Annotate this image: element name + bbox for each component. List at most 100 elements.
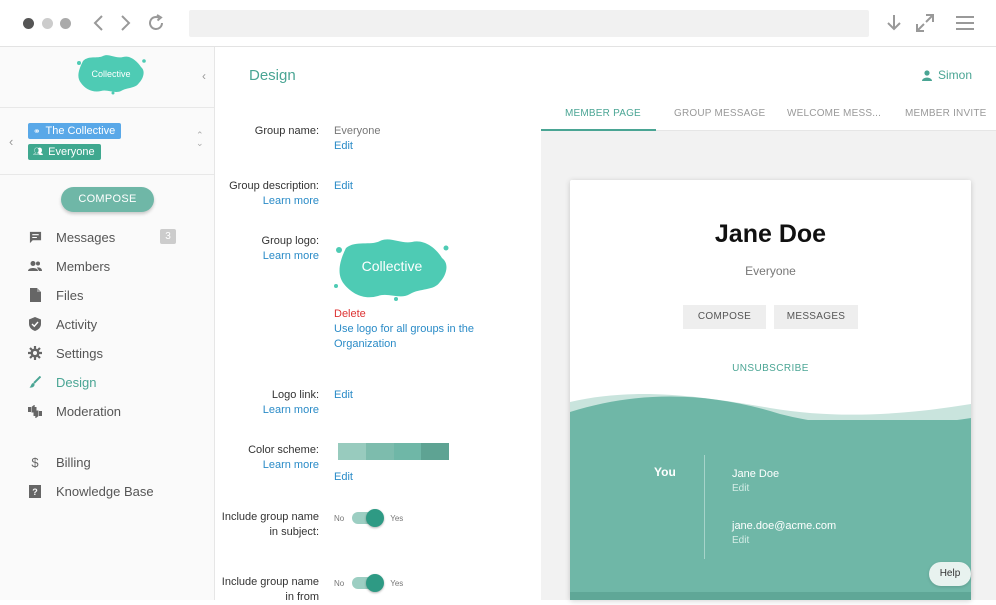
group-logo-image[interactable]: Collective [334,236,452,302]
sidebar-item-label: Billing [56,454,91,470]
toggle-off-label: No [334,578,345,588]
sidebar-item-settings[interactable]: Settings [28,343,103,363]
member-group: Everyone [745,264,796,278]
window-minimize-dot[interactable] [42,18,53,29]
member-info-section [570,420,971,600]
user-menu[interactable]: Simon [921,68,972,82]
preview-footer-strip [570,592,971,600]
chevron-left-icon[interactable]: ‹ [9,134,13,149]
toggle-switch[interactable] [352,509,385,527]
window-close-dot[interactable] [23,18,34,29]
tag-group[interactable]: 👥︎ Everyone [28,144,101,160]
include-from-label-text: Include group name in from [221,576,319,603]
sidebar-item-files[interactable]: Files [28,285,83,305]
sidebar-item-activity[interactable]: Activity [28,314,97,334]
svg-text:?: ? [32,487,38,497]
group-name-value: Everyone [334,125,381,137]
preview-messages-button[interactable]: MESSAGES [774,305,858,329]
group-logo-text: Collective [362,258,423,274]
color-scheme-swatches[interactable] [338,443,449,460]
window-zoom-dot[interactable] [60,18,71,29]
sidebar-item-label: Messages [56,229,116,245]
browser-toolbar [0,0,996,47]
toggle-off-label: No [334,513,345,523]
address-bar[interactable] [189,10,869,37]
toggle-switch[interactable] [352,574,385,592]
collective-logo[interactable]: Collective [75,53,147,95]
sidebar-item-design[interactable]: Design [28,372,96,392]
gear-icon [28,346,42,360]
org-tag-label: The Collective [45,125,116,137]
preview-compose-button[interactable]: COMPOSE [683,305,766,329]
member-name-value: Jane Doe [732,468,780,480]
tab-welcome-message[interactable]: WELCOME MESS... [787,108,881,119]
include-from-label: Include group name in from [215,575,319,605]
logo-area: Collective ‹ [0,47,214,108]
group-selector[interactable]: ‹ ⚭ The Collective 👥︎ Everyone ⌃ ⌄ [0,108,214,175]
collapse-sidebar-icon[interactable]: ‹ [202,69,206,83]
logo-link-edit-link[interactable]: Edit [334,388,353,403]
color-swatch[interactable] [365,443,394,460]
back-icon[interactable] [88,12,110,34]
member-name-edit-link[interactable]: Edit [732,483,749,494]
sidebar-item-label: Activity [56,316,98,332]
brush-icon [28,375,42,389]
group-name-edit-link[interactable]: Edit [334,139,353,154]
include-subject-label: Include group name in subject: [215,510,319,540]
group-name-label-text: Group name: [254,125,319,137]
compose-button[interactable]: COMPOSE [61,187,154,212]
include-from-toggle[interactable]: No Yes [334,574,404,592]
unsubscribe-link[interactable]: UNSUBSCRIBE [570,363,971,374]
tab-member-invite[interactable]: MEMBER INVITE [905,108,987,119]
preview-tabs: MEMBER PAGE GROUP MESSAGE WELCOME MESS..… [541,96,996,131]
color-scheme-learn-more-link[interactable]: Learn more [215,458,319,473]
group-logo-label-text: Group logo: [261,235,319,247]
sidebar-item-billing[interactable]: $ Billing [28,452,91,472]
messages-count-badge: 3 [160,229,176,244]
help-button[interactable]: Help [929,562,971,586]
group-description-label: Group description: Learn more [215,179,319,209]
sidebar-item-members[interactable]: Members [28,256,110,276]
group-description-edit-link[interactable]: Edit [334,179,353,194]
sidebar-item-label: Members [56,258,111,274]
sidebar-item-label: Settings [56,345,103,361]
page-title: Design [249,67,296,84]
sidebar-item-knowledge-base[interactable]: ? Knowledge Base [28,481,154,501]
color-swatch[interactable] [393,443,422,460]
people-icon [28,259,42,273]
chevron-updown-icon[interactable]: ⌃ ⌄ [196,131,204,148]
sidebar-item-label: Files [56,287,84,303]
group-logo-learn-more-link[interactable]: Learn more [215,249,319,264]
menu-icon[interactable] [954,12,976,34]
download-icon[interactable] [883,12,905,34]
person-icon [921,69,932,81]
member-email-value: jane.doe@acme.com [732,520,837,532]
color-swatch[interactable] [421,443,449,460]
group-tag-label: Everyone [48,146,95,158]
people-icon: 👥︎ [33,147,44,156]
logo-link-learn-more-link[interactable]: Learn more [215,403,319,418]
color-scheme-edit-link[interactable]: Edit [334,470,353,485]
sidebar-item-moderation[interactable]: Moderation [28,401,121,421]
use-logo-for-all-groups-link[interactable]: Use logo for all groups in the Organizat… [334,322,484,352]
fullscreen-icon[interactable] [914,12,936,34]
include-subject-toggle[interactable]: No Yes [334,509,403,527]
help-icon: ? [28,484,42,498]
group-description-learn-more-link[interactable]: Learn more [215,194,319,209]
sidebar-item-label: Design [56,374,97,390]
sidebar-item-messages[interactable]: Messages [28,227,115,247]
forward-icon[interactable] [114,12,136,34]
delete-logo-link[interactable]: Delete [334,307,366,322]
color-swatch[interactable] [338,443,366,460]
toggle-on-label: Yes [390,578,404,588]
reload-icon[interactable] [145,12,167,34]
user-name: Simon [937,68,972,82]
tag-org[interactable]: ⚭ The Collective [28,123,122,139]
link-icon: ⚭ [33,126,41,136]
tab-member-page[interactable]: MEMBER PAGE [565,108,641,119]
member-email-edit-link[interactable]: Edit [732,535,749,546]
toggle-knob [366,509,385,527]
tab-group-message[interactable]: GROUP MESSAGE [674,108,765,119]
group-name-label: Group name: [215,124,319,139]
color-scheme-label-text: Color scheme: [248,444,319,456]
